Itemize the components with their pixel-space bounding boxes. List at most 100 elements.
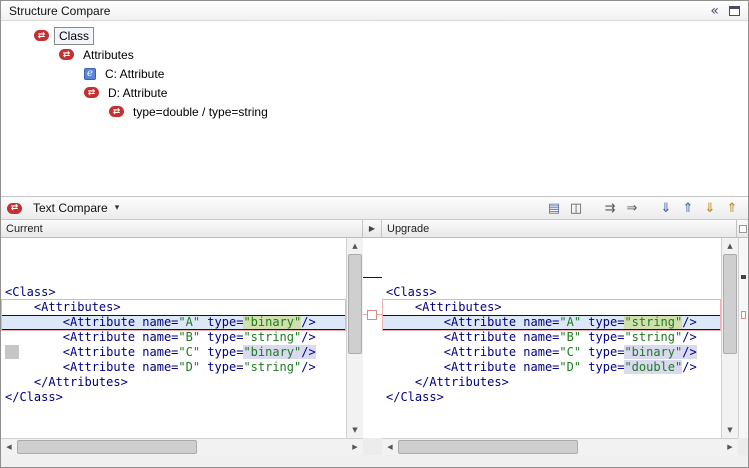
code-segment: "string" — [243, 330, 301, 344]
overview-ruler[interactable] — [738, 238, 748, 438]
text-compare-title: Text Compare — [33, 201, 108, 215]
code-segment: <Attribute name= — [386, 360, 559, 374]
code-line[interactable]: </Attributes> — [1, 375, 346, 390]
scroll-left-icon[interactable]: ◀ — [382, 439, 398, 455]
code-segment: </Class> — [5, 390, 63, 404]
show-ancestor-pane-icon[interactable]: ▤ — [544, 199, 564, 217]
code-segment: /> — [682, 330, 696, 344]
code-line[interactable]: <Attribute name="B" type="string"/> — [1, 330, 346, 345]
code-segment: <Attribute name= — [19, 345, 178, 359]
left-pane-header: Current — [1, 220, 363, 237]
left-vertical-scrollbar[interactable]: ▲ ▼ — [346, 238, 363, 438]
left-vscroll-thumb[interactable] — [348, 254, 362, 354]
right-horizontal-scrollbar[interactable]: ◀ ▶ — [382, 438, 738, 455]
scrollbar-corner — [738, 438, 748, 455]
scroll-down-icon[interactable]: ▼ — [347, 422, 363, 438]
code-line[interactable]: <Attribute name="D" type="double"/> — [382, 360, 721, 375]
previous-difference-icon[interactable]: ⇑ — [678, 199, 698, 217]
code-segment: <Attribute name= — [5, 315, 178, 329]
code-line[interactable]: <Class> — [1, 285, 346, 300]
copy-all-from-left-to-right-icon[interactable]: ⇉ — [600, 199, 620, 217]
code-segment: type= — [200, 330, 243, 344]
pane-headers: Current ▶ Upgrade — [1, 220, 748, 238]
code-segment: /> — [682, 360, 696, 374]
next-difference-icon[interactable]: ⇓ — [656, 199, 676, 217]
code-segment: <Attribute name= — [5, 360, 178, 374]
restore-view-icon[interactable] — [729, 6, 740, 16]
tree-item-label: type=double / type=string — [129, 104, 272, 120]
code-segment: <Attribute name= — [386, 330, 559, 344]
scroll-up-icon[interactable]: ▲ — [722, 238, 738, 254]
left-horizontal-scrollbar[interactable]: ◀ ▶ — [1, 438, 363, 455]
scroll-left-icon[interactable]: ◀ — [1, 439, 17, 455]
scroll-right-icon[interactable]: ▶ — [722, 439, 738, 455]
scroll-down-icon[interactable]: ▼ — [722, 422, 738, 438]
code-line[interactable]: </Class> — [1, 390, 346, 405]
code-line[interactable]: </Class> — [382, 390, 721, 405]
code-line[interactable]: </Attributes> — [382, 375, 721, 390]
code-segment: <Attribute name= — [386, 345, 559, 359]
overview-mark-change-diff[interactable] — [741, 311, 746, 319]
overview-mark-selected-diff[interactable] — [741, 275, 746, 279]
scrollbar-gap — [363, 438, 382, 455]
structure-compare-title: Structure Compare — [9, 4, 110, 18]
code-segment: "D" — [559, 360, 581, 374]
minimize-view-icon[interactable]: « — [710, 4, 719, 18]
next-change-icon[interactable]: ⇓ — [700, 199, 720, 217]
tree-item-c-attribute[interactable]: e C: Attribute — [1, 64, 748, 83]
previous-change-icon[interactable]: ⇑ — [722, 199, 742, 217]
element-icon: e — [84, 68, 96, 80]
code-line[interactable]: <Attribute name="A" type="string"/> — [382, 315, 721, 330]
code-segment: type= — [200, 345, 243, 359]
left-hscroll-thumb[interactable] — [17, 440, 197, 454]
code-segment: /> — [301, 345, 315, 359]
code-segment: </Attributes> — [386, 375, 509, 389]
right-vertical-scrollbar[interactable]: ▲ ▼ — [721, 238, 738, 438]
tree-item-label: C: Attribute — [101, 66, 168, 82]
swap-left-and-right-icon[interactable]: ◫ — [566, 199, 586, 217]
tree-item-label: Class — [54, 27, 94, 45]
code-line[interactable]: <Class> — [382, 285, 721, 300]
code-line[interactable]: <Attribute name="C" type="binary"/> — [1, 345, 346, 360]
code-segment: "A" — [559, 315, 581, 329]
code-segment: "C" — [559, 345, 581, 359]
code-segment: <Class> — [386, 285, 437, 299]
structure-tree[interactable]: ⇄Class⇄AttributeseC: Attribute⇄D: Attrib… — [1, 21, 748, 196]
code-segment: "string" — [624, 315, 682, 329]
conflict-icon: ⇄ — [34, 30, 49, 41]
right-vscroll-thumb[interactable] — [723, 254, 737, 354]
code-segment: <Class> — [5, 285, 56, 299]
tree-item-type-double-type-string[interactable]: ⇄type=double / type=string — [1, 102, 748, 121]
code-segment: "string" — [624, 330, 682, 344]
structure-compare-header: Structure Compare « — [1, 1, 748, 21]
right-pane-code[interactable]: <Class> <Attributes> <Attribute name="A"… — [382, 238, 721, 438]
code-segment: /> — [301, 360, 315, 374]
code-segment: "B" — [178, 330, 200, 344]
scroll-right-icon[interactable]: ▶ — [347, 439, 363, 455]
merge-direction-icon[interactable]: ▶ — [369, 224, 375, 233]
code-line[interactable]: <Attributes> — [382, 300, 721, 315]
merge-handle[interactable] — [367, 310, 377, 320]
conflict-icon: ⇄ — [59, 49, 74, 60]
copy-current-change-icon[interactable]: ⇒ — [622, 199, 642, 217]
code-line[interactable]: <Attribute name="B" type="string"/> — [382, 330, 721, 345]
code-segment: "C" — [178, 345, 200, 359]
tree-item-class[interactable]: ⇄ Class — [1, 26, 748, 45]
code-segment: type= — [581, 360, 624, 374]
right-hscroll-thumb[interactable] — [398, 440, 578, 454]
left-pane-code[interactable]: <Class> <Attributes> <Attribute name="A"… — [1, 238, 346, 438]
code-segment — [5, 345, 19, 359]
overview-ruler-header — [737, 220, 748, 237]
chevron-down-icon[interactable]: ▾ — [115, 203, 120, 213]
code-line[interactable]: <Attribute name="C" type="binary"/> — [382, 345, 721, 360]
scroll-up-icon[interactable]: ▲ — [347, 238, 363, 254]
tree-item-d-attribute[interactable]: ⇄D: Attribute — [1, 83, 748, 102]
code-segment: "binary" — [243, 315, 301, 329]
code-segment: type= — [581, 330, 624, 344]
overview-ruler-button[interactable] — [739, 225, 747, 233]
tree-item-attributes[interactable]: ⇄Attributes — [1, 45, 748, 64]
code-line[interactable]: <Attribute name="A" type="binary"/> — [1, 315, 346, 330]
tree-item-label: D: Attribute — [104, 85, 171, 101]
code-line[interactable]: <Attributes> — [1, 300, 346, 315]
code-line[interactable]: <Attribute name="D" type="string"/> — [1, 360, 346, 375]
